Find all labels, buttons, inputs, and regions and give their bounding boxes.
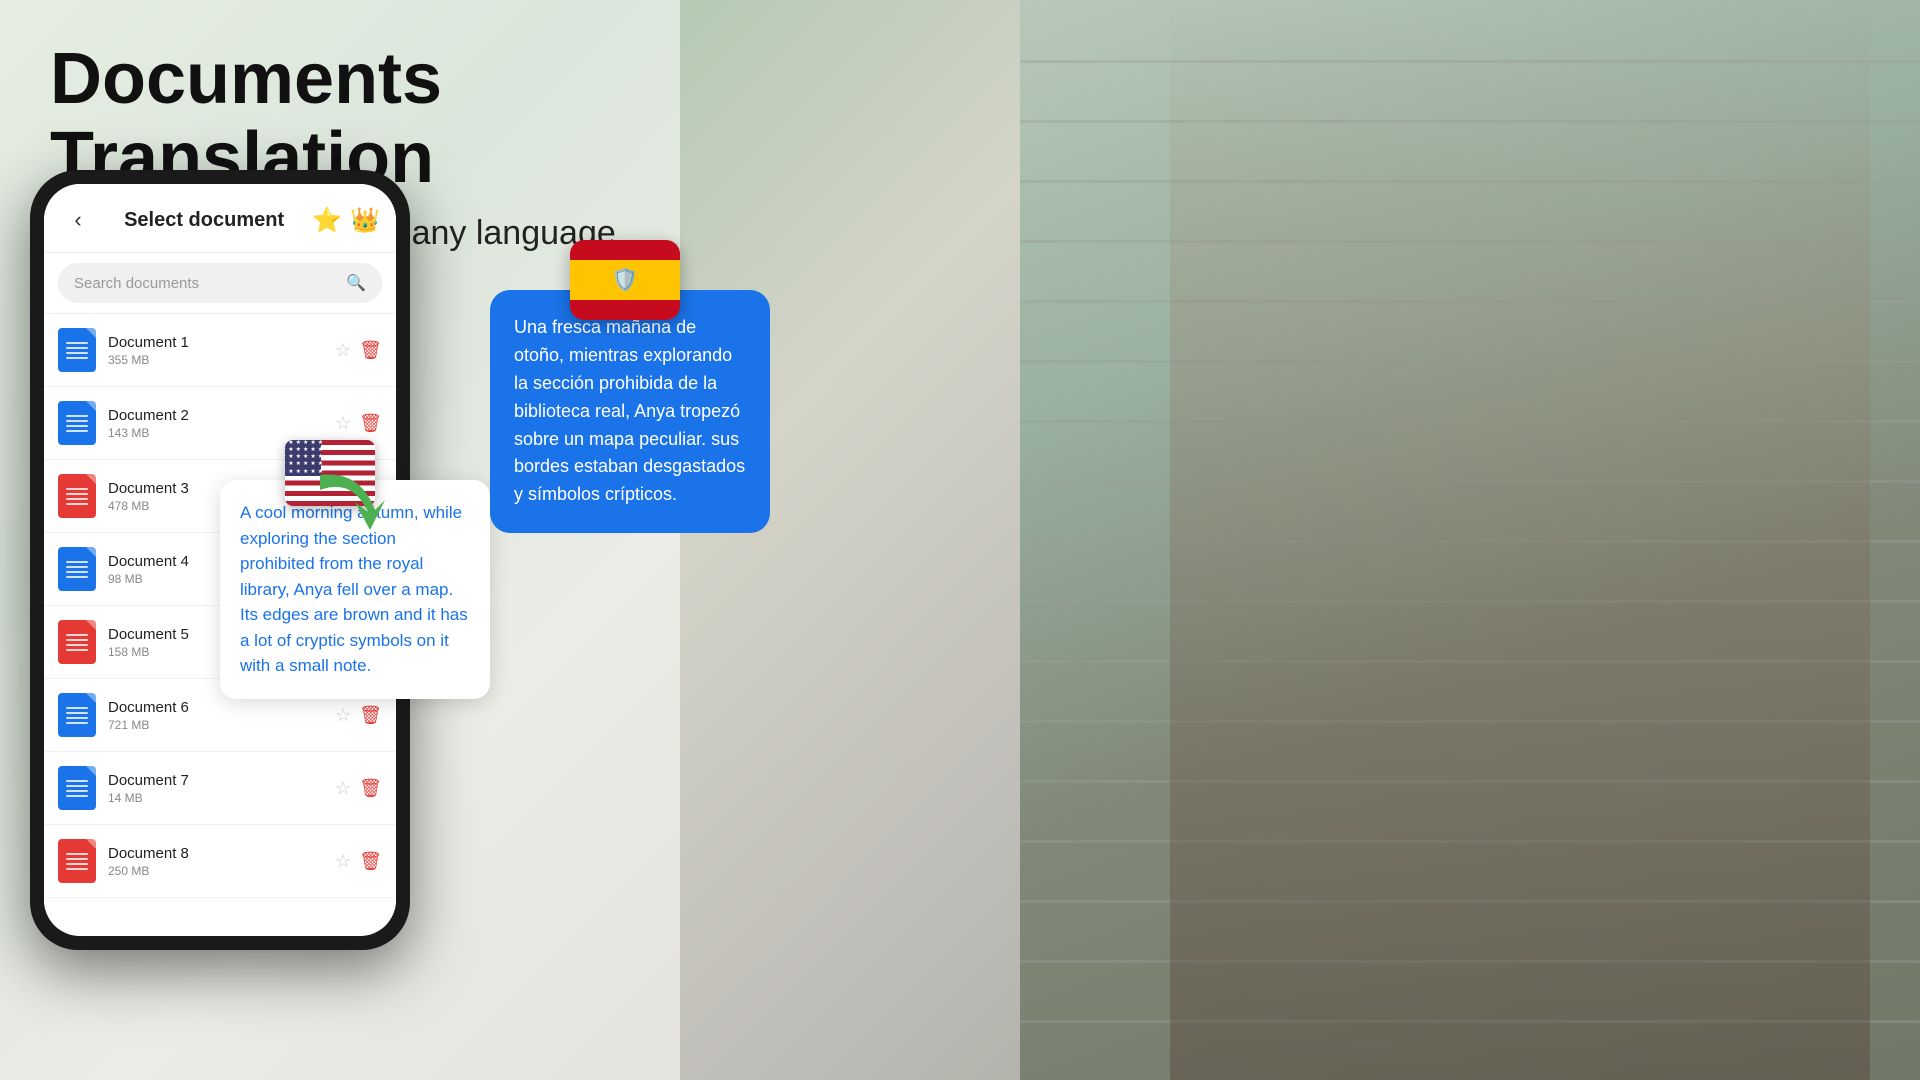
- phone-header-icons: ⭐ 👑: [312, 206, 380, 235]
- document-size: 250 MB: [108, 864, 335, 878]
- document-icon: [58, 839, 96, 883]
- document-favorite-button[interactable]: ☆: [335, 340, 351, 361]
- document-info: Document 1 355 MB: [108, 334, 335, 367]
- document-actions: ☆🗑: [335, 851, 382, 872]
- document-favorite-button[interactable]: ☆: [335, 851, 351, 872]
- document-icon: [58, 693, 96, 737]
- document-size: 143 MB: [108, 426, 335, 440]
- document-favorite-button[interactable]: ☆: [335, 705, 351, 726]
- document-icon: [58, 547, 96, 591]
- document-delete-button[interactable]: 🗑: [359, 340, 382, 361]
- document-icon: [58, 474, 96, 518]
- phone-header: ‹ Select document ⭐ 👑: [44, 184, 396, 253]
- search-area: Search documents 🔍: [44, 253, 396, 314]
- document-favorite-button[interactable]: ☆: [335, 413, 351, 434]
- back-icon: ‹: [74, 207, 81, 233]
- spain-flag-container: 🛡️: [570, 240, 680, 320]
- document-actions: ☆🗑: [335, 413, 382, 434]
- document-size: 14 MB: [108, 791, 335, 805]
- document-actions: ☆🗑: [335, 705, 382, 726]
- crown-icon[interactable]: 👑: [350, 206, 380, 235]
- woman-figure: [1170, 0, 1870, 1080]
- document-list-item[interactable]: Document 8250 MB☆🗑: [44, 825, 396, 898]
- document-delete-button[interactable]: 🗑: [359, 851, 382, 872]
- document-icon: [58, 328, 96, 372]
- spain-coat-of-arms: 🛡️: [611, 267, 638, 293]
- document-size: 721 MB: [108, 718, 335, 732]
- spain-flag-yellow: 🛡️: [570, 260, 680, 300]
- document-actions: ☆🗑: [335, 778, 382, 799]
- document-size: 355 MB: [108, 353, 335, 367]
- woman-photo-area: [1020, 0, 1920, 1080]
- search-icon: 🔍: [346, 273, 366, 293]
- document-delete-button[interactable]: 🗑: [359, 413, 382, 434]
- document-delete-button[interactable]: 🗑: [359, 705, 382, 726]
- spanish-bubble-text: Una fresca mañana de otoño, mientras exp…: [514, 314, 746, 509]
- translation-arrow-icon: [310, 460, 390, 540]
- favorite-star-icon[interactable]: ⭐: [312, 206, 342, 235]
- document-info: Document 6 721 MB: [108, 699, 335, 732]
- document-name: Document 2: [108, 407, 335, 424]
- document-icon: [58, 401, 96, 445]
- document-name: Document 6: [108, 699, 335, 716]
- search-box[interactable]: Search documents 🔍: [58, 263, 382, 303]
- document-info: Document 8 250 MB: [108, 845, 335, 878]
- document-icon: [58, 620, 96, 664]
- document-list-item[interactable]: Document 714 MB☆🗑: [44, 752, 396, 825]
- spain-flag: 🛡️: [570, 240, 680, 320]
- spain-flag-top-red: [570, 240, 680, 260]
- spain-flag-bottom-red: [570, 300, 680, 320]
- translation-arrow-container: [310, 460, 390, 545]
- phone-title: Select document: [124, 209, 284, 232]
- document-list-item[interactable]: Document 1355 MB☆🗑: [44, 314, 396, 387]
- document-info: Document 7 14 MB: [108, 772, 335, 805]
- spanish-text-bubble: Una fresca mañana de otoño, mientras exp…: [490, 290, 770, 533]
- document-name: Document 8: [108, 845, 335, 862]
- back-button[interactable]: ‹: [60, 202, 96, 238]
- document-favorite-button[interactable]: ☆: [335, 778, 351, 799]
- document-actions: ☆🗑: [335, 340, 382, 361]
- document-delete-button[interactable]: 🗑: [359, 778, 382, 799]
- search-placeholder: Search documents: [74, 275, 199, 292]
- document-icon: [58, 766, 96, 810]
- document-name: Document 1: [108, 334, 335, 351]
- document-name: Document 7: [108, 772, 335, 789]
- document-info: Document 2 143 MB: [108, 407, 335, 440]
